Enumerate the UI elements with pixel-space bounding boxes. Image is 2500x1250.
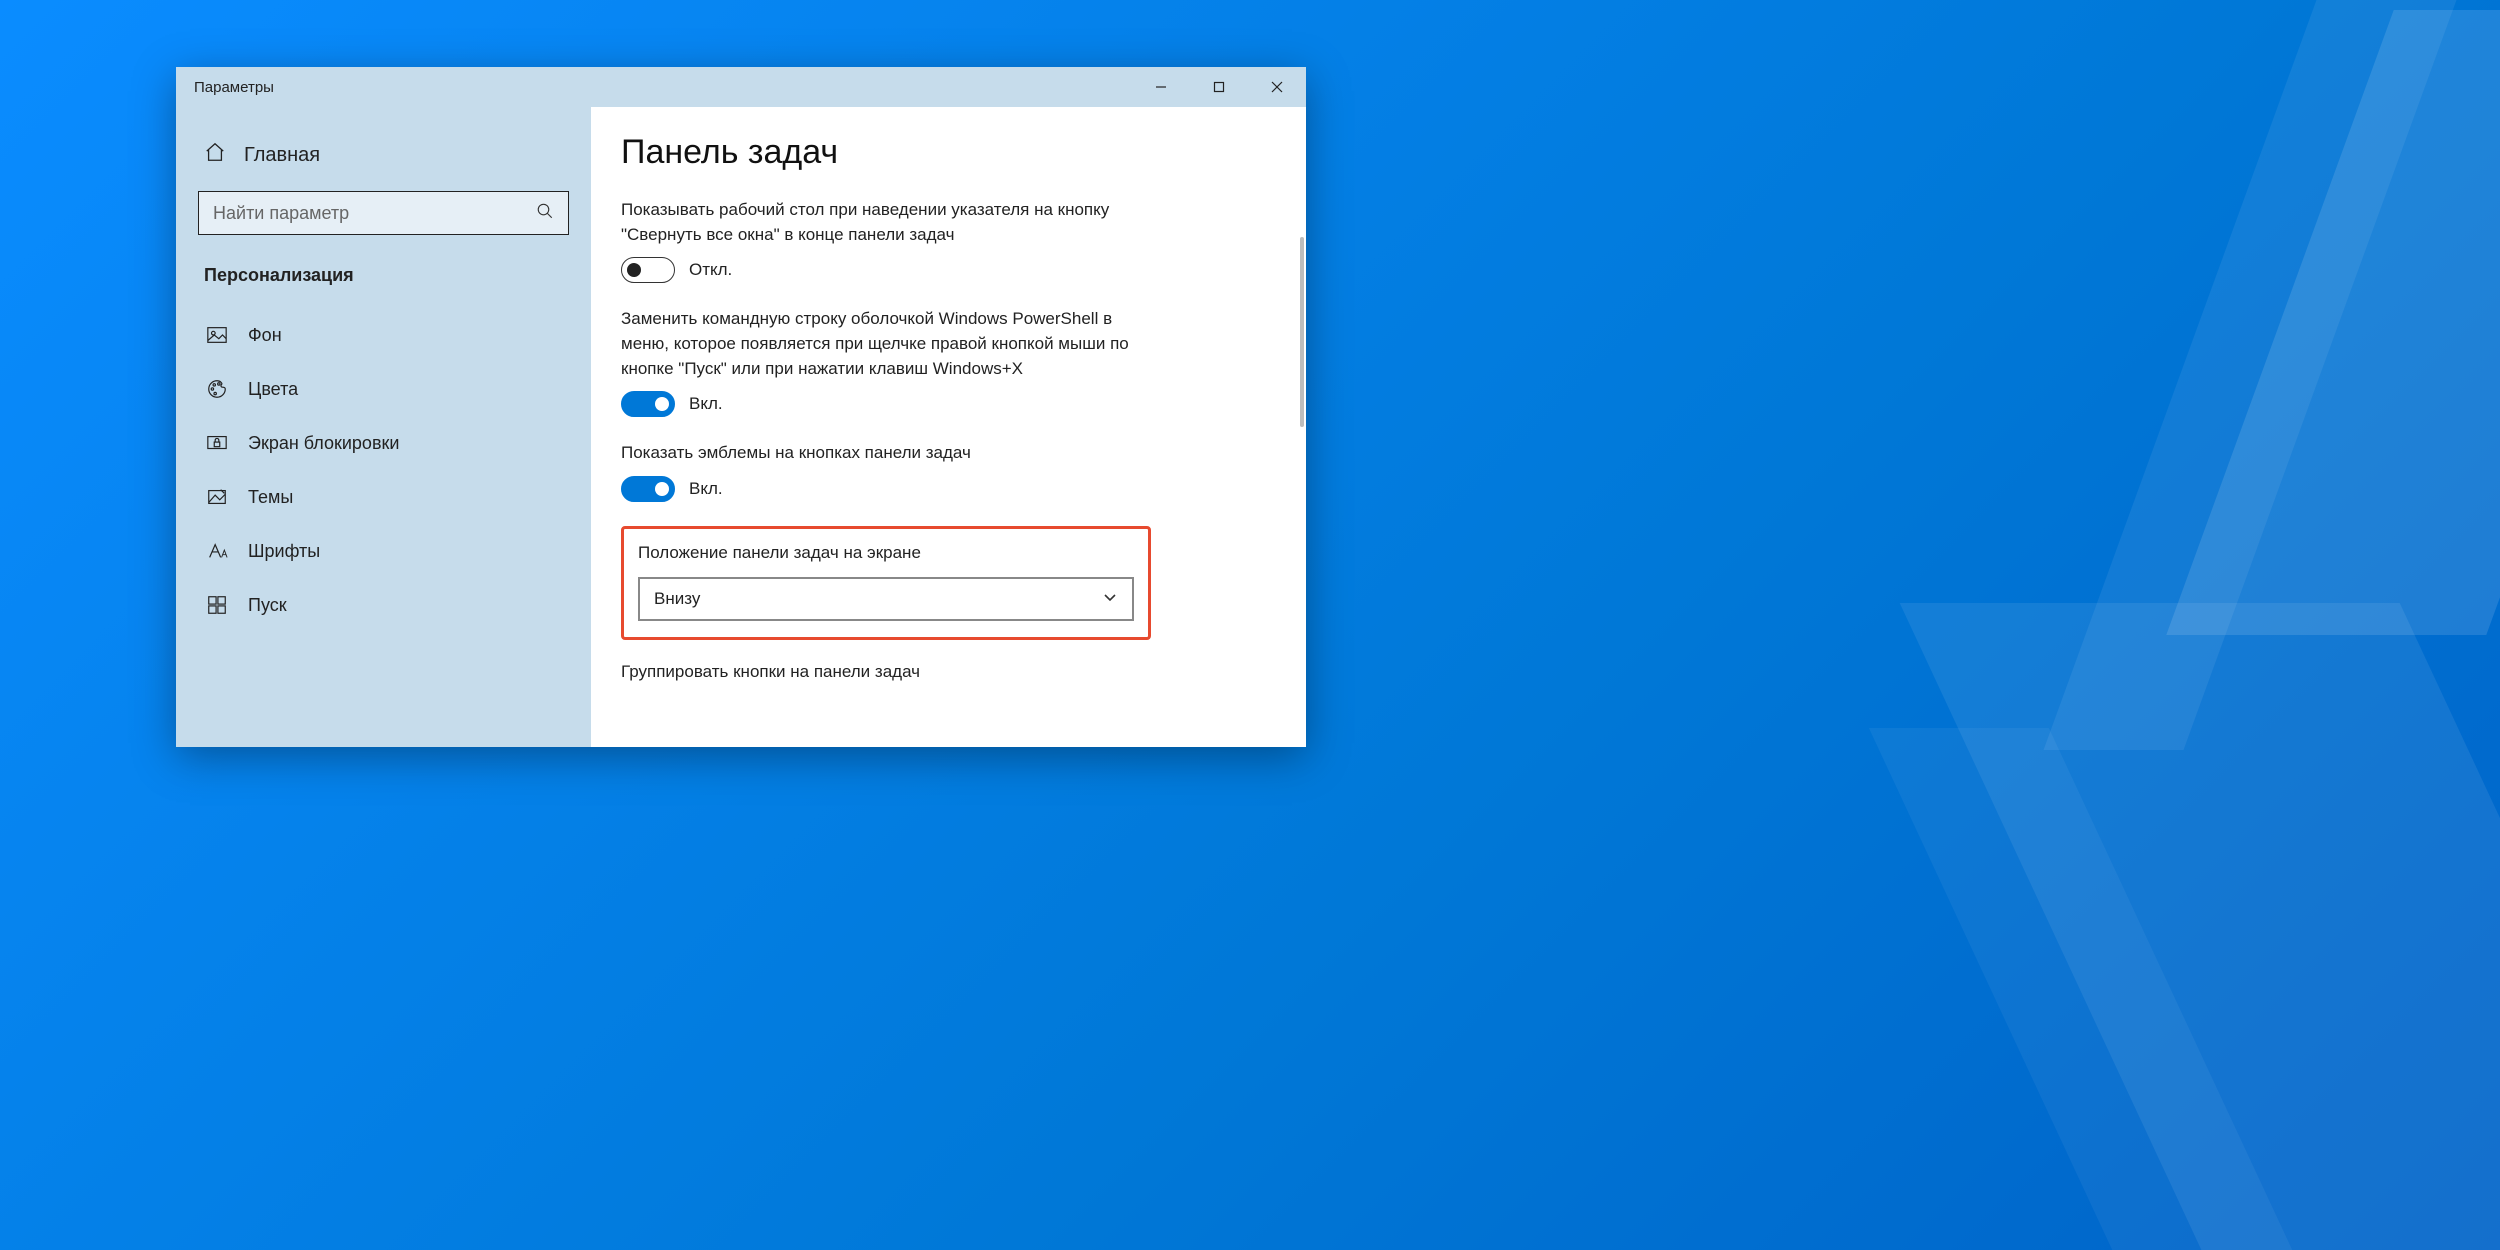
lockscreen-icon <box>206 432 228 454</box>
sidebar: Главная Персонализация Фон <box>176 107 591 747</box>
highlighted-setting-taskbar-position: Положение панели задач на экране Внизу <box>621 526 1151 641</box>
toggle-state-label: Вкл. <box>689 394 723 414</box>
page-title: Панель задач <box>621 133 1276 172</box>
start-icon <box>206 594 228 616</box>
image-icon <box>206 324 228 346</box>
sidebar-item-label: Темы <box>248 487 293 508</box>
dropdown-taskbar-position[interactable]: Внизу <box>638 577 1134 621</box>
chevron-down-icon <box>1102 589 1118 610</box>
sidebar-item-background[interactable]: Фон <box>198 308 569 362</box>
home-icon <box>204 141 226 169</box>
setting-description: Заменить командную строку оболочкой Wind… <box>621 307 1151 381</box>
sidebar-item-lockscreen[interactable]: Экран блокировки <box>198 416 569 470</box>
sidebar-section-label: Персонализация <box>198 257 569 308</box>
toggle-peek-desktop[interactable] <box>621 257 675 283</box>
dropdown-selected-value: Внизу <box>654 589 700 609</box>
setting-label: Группировать кнопки на панели задач <box>621 660 1151 685</box>
sidebar-item-label: Цвета <box>248 379 298 400</box>
sidebar-item-colors[interactable]: Цвета <box>198 362 569 416</box>
toggle-powershell-replace[interactable] <box>621 391 675 417</box>
setting-powershell-replace: Заменить командную строку оболочкой Wind… <box>621 307 1151 417</box>
scrollbar-thumb[interactable] <box>1300 237 1304 427</box>
sidebar-item-label: Шрифты <box>248 541 320 562</box>
minimize-button[interactable] <box>1132 67 1190 107</box>
setting-description: Показывать рабочий стол при наведении ук… <box>621 198 1151 247</box>
sidebar-item-fonts[interactable]: Шрифты <box>198 524 569 578</box>
maximize-button[interactable] <box>1190 67 1248 107</box>
toggle-state-label: Вкл. <box>689 479 723 499</box>
close-button[interactable] <box>1248 67 1306 107</box>
setting-peek-desktop: Показывать рабочий стол при наведении ук… <box>621 198 1151 283</box>
sidebar-nav: Фон Цвета Экран блокировки <box>198 308 569 632</box>
content-panel: Панель задач Показывать рабочий стол при… <box>591 107 1306 747</box>
fonts-icon <box>206 540 228 562</box>
search-icon <box>536 202 554 225</box>
sidebar-item-label: Экран блокировки <box>248 433 399 454</box>
themes-icon <box>206 486 228 508</box>
sidebar-home[interactable]: Главная <box>198 129 569 187</box>
settings-window: Параметры Главная Пе <box>176 67 1306 747</box>
palette-icon <box>206 378 228 400</box>
search-input-container[interactable] <box>198 191 569 235</box>
window-title: Параметры <box>194 79 274 96</box>
setting-show-badges: Показать эмблемы на кнопках панели задач… <box>621 441 1151 502</box>
sidebar-home-label: Главная <box>244 144 320 167</box>
sidebar-item-themes[interactable]: Темы <box>198 470 569 524</box>
search-input[interactable] <box>213 203 536 224</box>
titlebar[interactable]: Параметры <box>176 67 1306 107</box>
setting-group-buttons: Группировать кнопки на панели задач <box>621 660 1151 685</box>
sidebar-item-label: Пуск <box>248 595 287 616</box>
sidebar-item-start[interactable]: Пуск <box>198 578 569 632</box>
sidebar-item-label: Фон <box>248 325 282 346</box>
toggle-state-label: Откл. <box>689 260 732 280</box>
setting-label: Положение панели задач на экране <box>638 541 1134 566</box>
toggle-show-badges[interactable] <box>621 476 675 502</box>
setting-description: Показать эмблемы на кнопках панели задач <box>621 441 1151 466</box>
